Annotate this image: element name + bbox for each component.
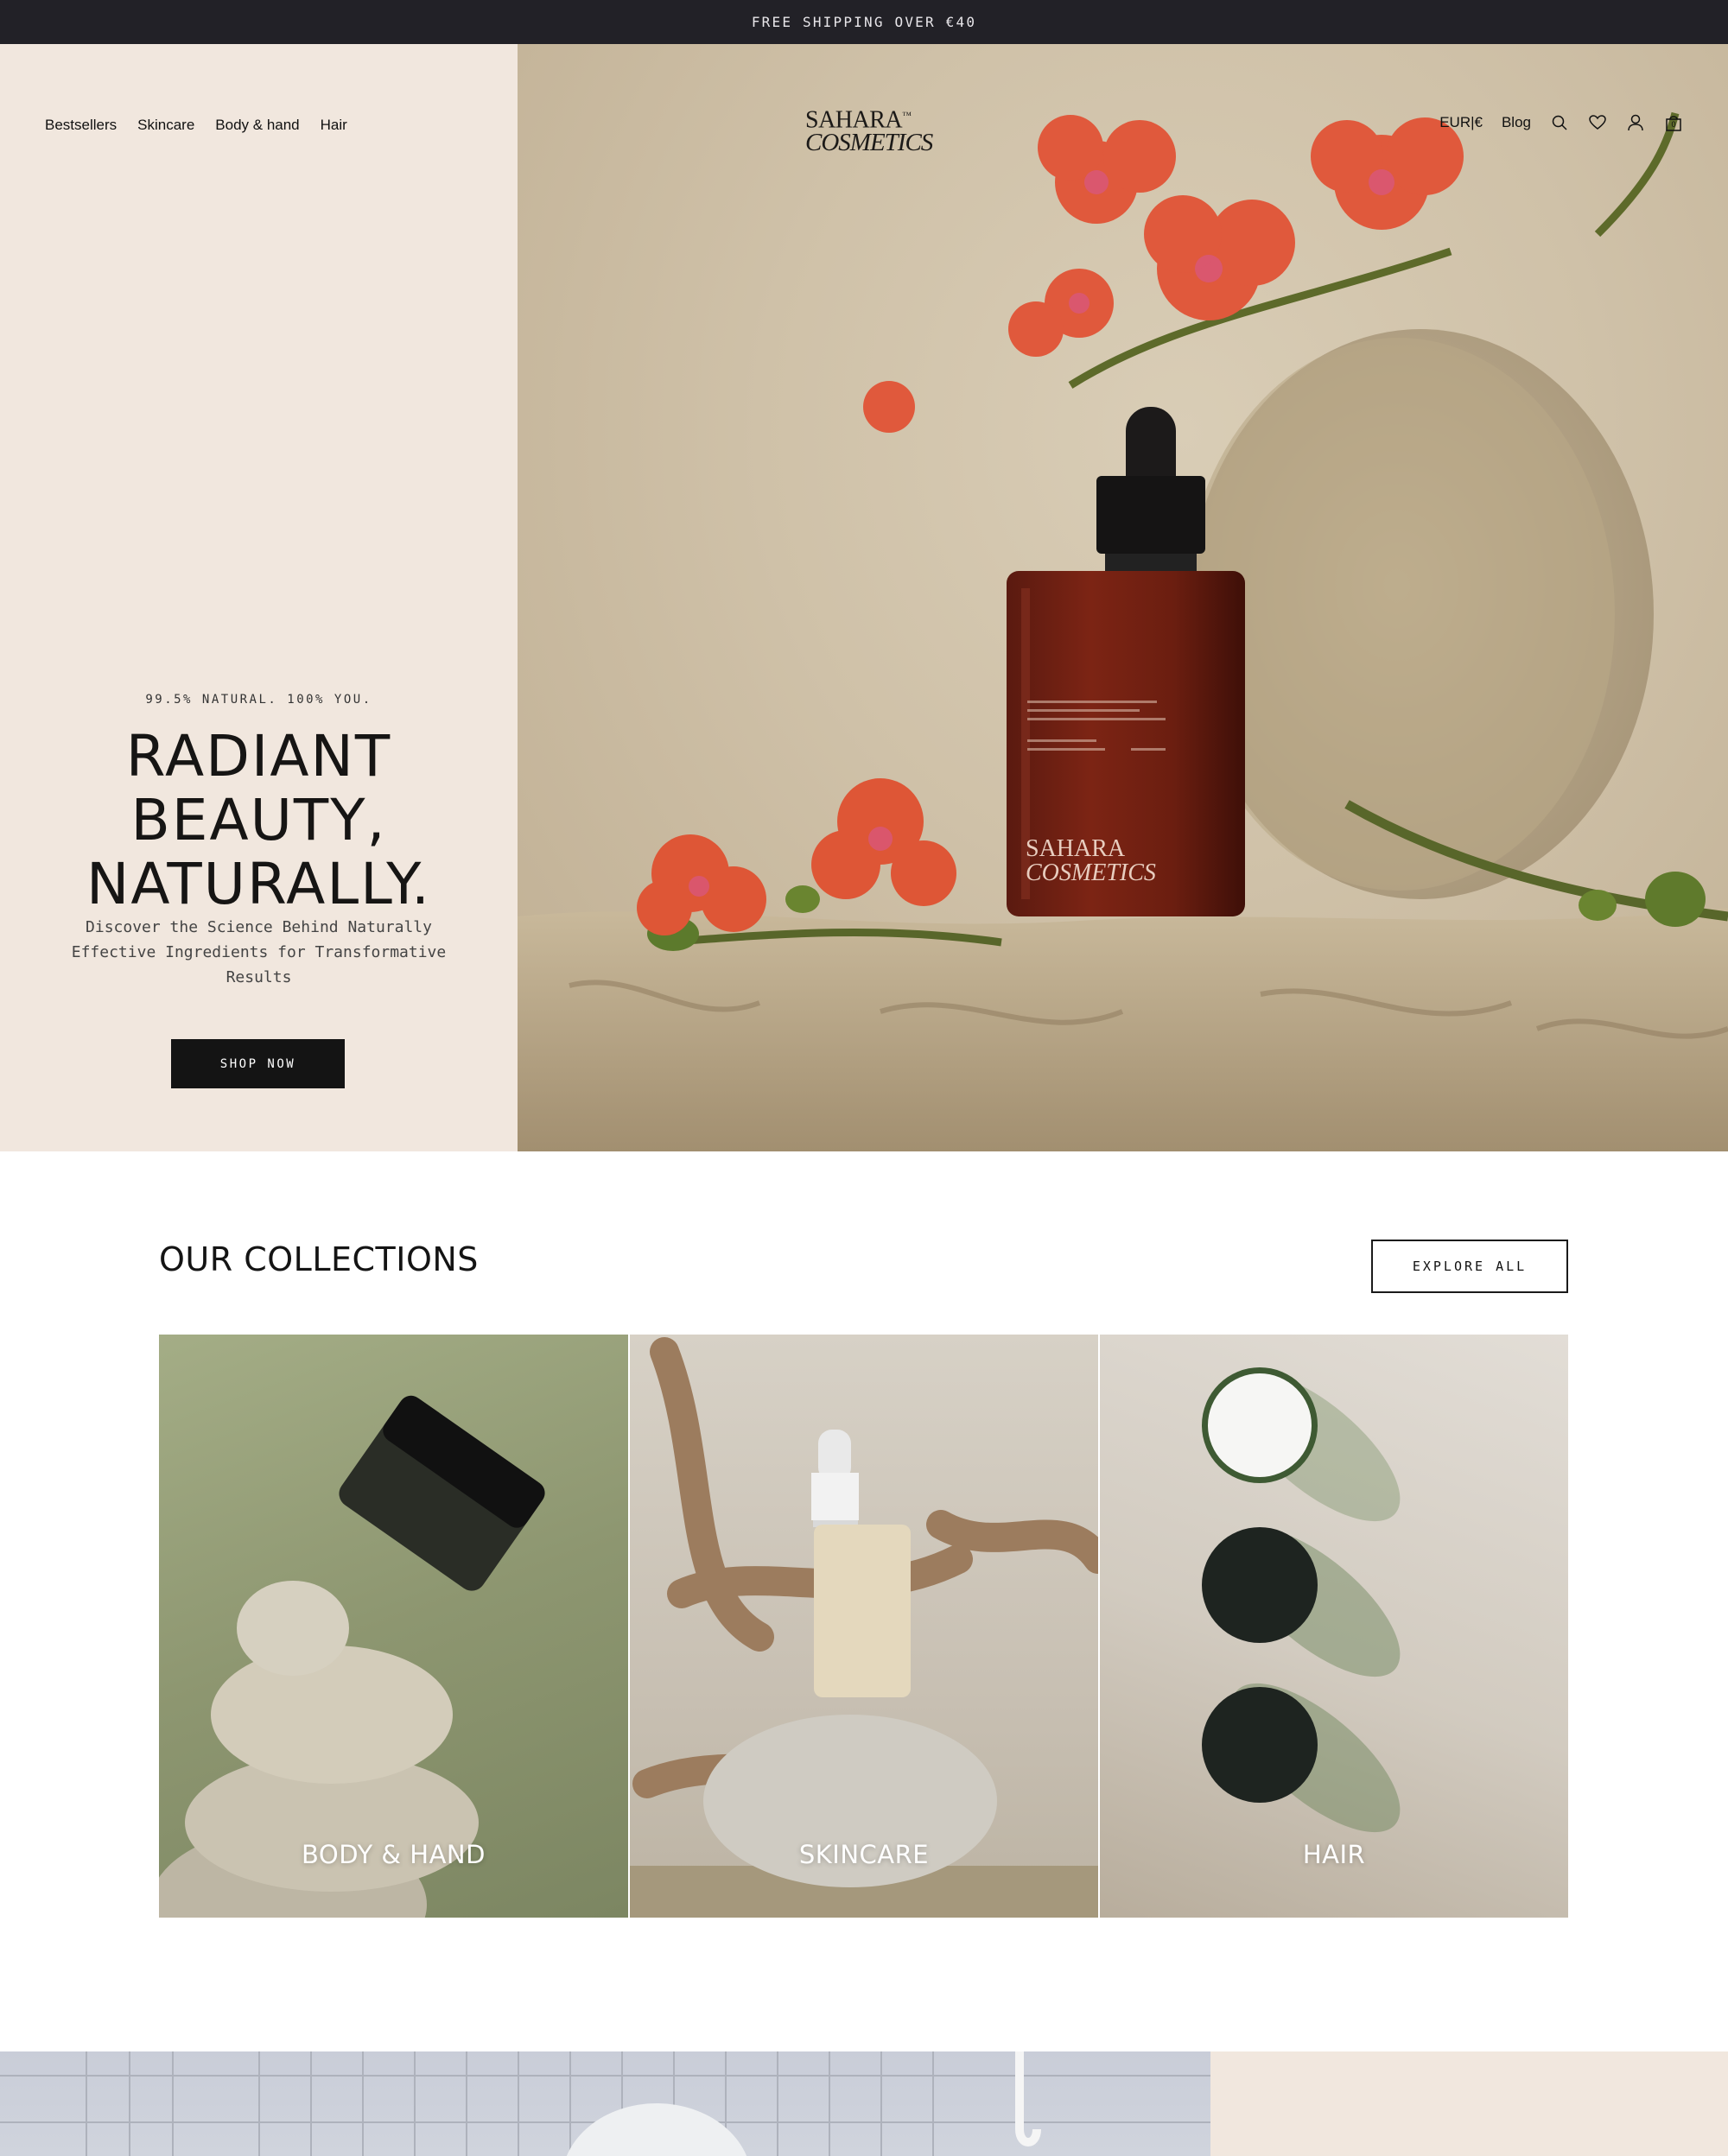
skincare-image	[630, 1337, 1098, 1918]
promo-image	[0, 2051, 1210, 2156]
blog-link[interactable]: Blog	[1502, 114, 1531, 131]
utility-nav: EUR|€ Blog 0	[1439, 113, 1683, 132]
hero-title-line: NATURALLY.	[86, 851, 432, 917]
cart-count: 0	[1671, 120, 1676, 129]
promo-text-panel	[1210, 2051, 1728, 2156]
hero-illustration: SAHARA COSMETICS	[518, 111, 1728, 1151]
logo-tm: ™	[902, 111, 912, 121]
hero-title-line: RADIANT	[125, 723, 392, 789]
announcement-bar: FREE SHIPPING OVER €40	[0, 0, 1728, 44]
hero-title: RADIANT BEAUTY, NATURALLY.	[0, 725, 518, 916]
logo[interactable]: SAHARA™ COSMETICS	[805, 105, 933, 157]
nav-hair[interactable]: Hair	[321, 117, 347, 134]
bottle-label-line1: SAHARA	[1026, 835, 1126, 862]
hair-image	[1202, 1367, 1401, 1833]
collection-card-skincare[interactable]: SKINCARE	[630, 1335, 1098, 1918]
tile-wall-illustration	[0, 2051, 1210, 2156]
shop-now-button[interactable]: SHOP NOW	[171, 1039, 345, 1088]
nav-skincare[interactable]: Skincare	[137, 117, 194, 134]
announcement-text: FREE SHIPPING OVER €40	[751, 14, 977, 30]
primary-nav: Bestsellers Skincare Body & hand Hair	[45, 117, 347, 134]
explore-all-button[interactable]: EXPLORE ALL	[1371, 1240, 1568, 1293]
bag-icon[interactable]: 0	[1664, 113, 1683, 132]
bottle-label-line2: COSMETICS	[1026, 859, 1156, 886]
collection-label: BODY & HAND	[302, 1840, 486, 1869]
logo-line2: COSMETICS	[805, 129, 933, 157]
account-icon[interactable]	[1626, 113, 1645, 132]
collection-card-body-hand[interactable]: BODY & HAND	[159, 1335, 628, 1918]
collections-title: OUR COLLECTIONS	[159, 1240, 479, 1278]
nav-bestsellers[interactable]: Bestsellers	[45, 117, 117, 134]
body-hand-image	[159, 1395, 545, 1918]
collection-label: SKINCARE	[798, 1840, 930, 1869]
hero-image: SAHARA COSMETICS	[518, 44, 1728, 1151]
hero-subtitle: Discover the Science Behind Naturally Ef…	[71, 918, 447, 986]
collection-card-hair[interactable]: HAIR	[1100, 1335, 1568, 1918]
hero-eyebrow: 99.5% NATURAL. 100% YOU.	[145, 693, 372, 707]
hero-section: SAHARA COSMETICS Bestsellers Skincare Bo…	[0, 44, 1728, 1151]
nav-body-hand[interactable]: Body & hand	[215, 117, 299, 134]
collection-label: HAIR	[1302, 1840, 1366, 1869]
currency-selector[interactable]: EUR|€	[1439, 114, 1483, 131]
search-icon[interactable]	[1550, 113, 1569, 132]
hero-title-line: BEAUTY,	[130, 787, 387, 853]
heart-icon[interactable]	[1588, 113, 1607, 132]
